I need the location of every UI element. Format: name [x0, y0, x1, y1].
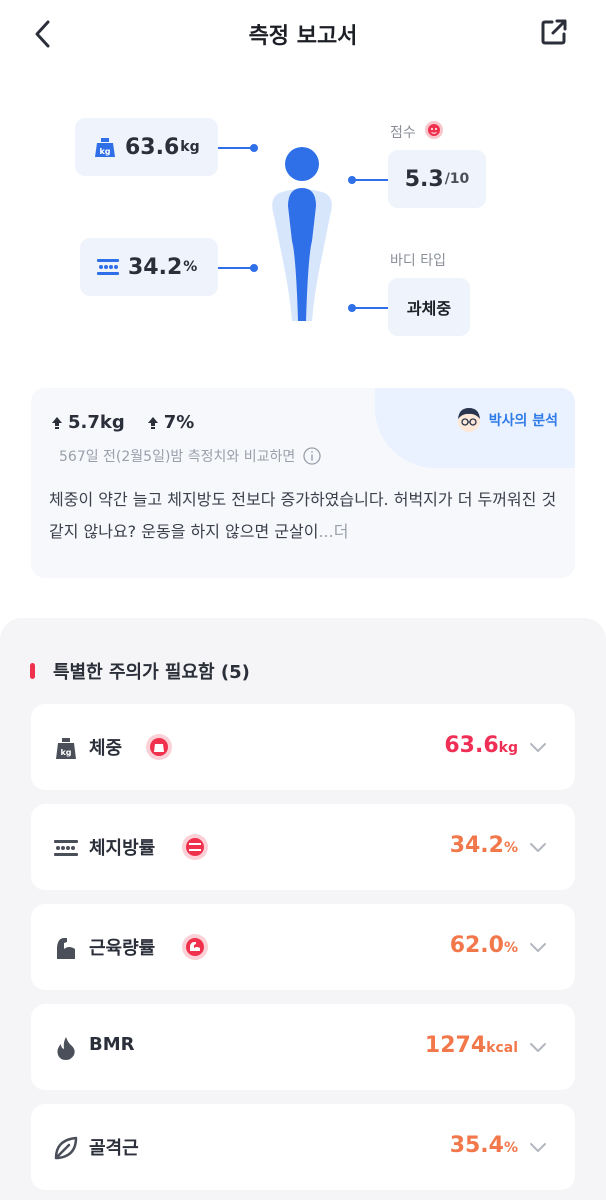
chevron-down-icon [530, 743, 546, 752]
doctor-avatar-icon [457, 408, 480, 432]
metric-value: 1274kcal [425, 1033, 518, 1058]
metric-unit: kg [498, 740, 518, 756]
metric-value: 35.4% [450, 1133, 518, 1158]
alert-badge-icon [182, 834, 208, 860]
metric-label: 골격근 [89, 1138, 139, 1159]
body-summary: kg 63.6 kg 34.2 % 점수 5.3 /10 바디 타입 과체중 [0, 90, 606, 370]
section-marker [30, 663, 35, 679]
fat-change: 7% [147, 412, 195, 433]
body-type-label: 바디 타입 [390, 253, 446, 269]
metric-number: 63.6 [444, 733, 499, 758]
fat-change-value: 7% [163, 412, 195, 433]
chevron-down-icon [530, 943, 546, 952]
up-arrow-icon [52, 416, 62, 429]
metric-unit: % [503, 940, 518, 956]
metric-number: 1274 [424, 1033, 487, 1058]
metric-unit: % [503, 1140, 518, 1156]
weight-icon: kg [95, 138, 115, 157]
info-icon[interactable] [303, 447, 321, 465]
alert-badge-icon [146, 734, 172, 760]
svg-text:kg: kg [60, 748, 71, 757]
score-connector [352, 179, 388, 181]
body-type-card: 과체중 [388, 278, 470, 336]
metric-label: BMR [89, 1034, 135, 1055]
attention-section: 특별한 주의가 필요함 (5) kg 체중 63.6kg 체지방률 34.2% … [0, 618, 606, 1200]
score-max: /10 [444, 171, 470, 187]
metric-value: 62.0% [450, 933, 518, 958]
body-fat-icon [97, 259, 119, 275]
share-icon[interactable] [538, 16, 570, 48]
section-header: 특별한 주의가 필요함 (5) [30, 658, 250, 684]
metric-value: 63.6kg [444, 733, 518, 758]
read-more-link[interactable]: ...더 [318, 522, 348, 541]
metric-number: 35.4 [449, 1133, 504, 1158]
body-fat-icon [54, 840, 78, 856]
metric-row-weight[interactable]: kg 체중 63.6kg [31, 704, 575, 790]
metric-unit: % [503, 840, 518, 856]
body-fat-card: 34.2 % [80, 238, 218, 296]
metric-label: 체중 [89, 738, 123, 759]
metric-label: 체지방률 [89, 838, 156, 859]
chevron-down-icon [530, 1143, 546, 1152]
metric-number: 62.0 [449, 933, 504, 958]
face-badge-icon [425, 121, 443, 139]
metric-row-body-fat[interactable]: 체지방률 34.2% [31, 804, 575, 890]
doctor-analysis-tag: 박사의 분석 [455, 406, 558, 434]
weight-unit: kg [180, 139, 200, 155]
leaf-icon [54, 1136, 78, 1160]
score-card: 5.3 /10 [388, 150, 486, 208]
metric-row-bmr[interactable]: BMR 1274kcal [31, 1004, 575, 1090]
section-title: 특별한 주의가 필요함 (5) [53, 662, 250, 683]
score-value: 5.3 [404, 166, 444, 192]
analysis-body: 체중이 약간 늘고 체지방도 전보다 증가하였습니다. 허벅지가 더 두꺼워진 … [49, 484, 559, 548]
weight-value: 63.6 [125, 134, 180, 160]
weight-change-value: 5.7kg [68, 412, 125, 433]
weight-connector [218, 147, 254, 149]
metric-row-muscle[interactable]: 근육량률 62.0% [31, 904, 575, 990]
weight-card: kg 63.6 kg [75, 118, 218, 176]
metric-unit: kcal [486, 1040, 518, 1056]
weight-icon: kg [56, 738, 76, 759]
doctor-analysis-label: 박사의 분석 [488, 413, 558, 429]
comparison-text: 567일 전(2월5일)밤 측정치와 비교하면 [59, 449, 296, 465]
metric-number: 34.2 [449, 833, 504, 858]
alert-badge-icon [182, 934, 208, 960]
muscle-icon [57, 938, 75, 959]
weight-dot [250, 144, 258, 152]
up-arrow-icon [147, 416, 158, 429]
body-fat-unit: % [183, 259, 198, 275]
analysis-text: 체중이 약간 늘고 체지방도 전보다 증가하였습니다. 허벅지가 더 두꺼워진 … [49, 490, 557, 541]
svg-text:kg: kg [99, 147, 110, 156]
fat-dot [250, 264, 258, 272]
page-title: 측정 보고서 [248, 24, 358, 49]
weight-change: 5.7kg [51, 412, 125, 433]
fat-connector [218, 267, 254, 269]
type-connector [352, 307, 388, 309]
body-type-value: 과체중 [406, 299, 452, 318]
comparison-note: 567일 전(2월5일)밤 측정치와 비교하면 [59, 446, 321, 466]
metric-row-skeletal-muscle[interactable]: 골격근 35.4% [31, 1104, 575, 1190]
metric-label: 근육량률 [89, 938, 156, 959]
change-summary: 5.7kg 7% [51, 412, 216, 433]
body-silhouette-icon [272, 147, 332, 321]
metric-value: 34.2% [450, 833, 518, 858]
body-fat-value: 34.2 [128, 254, 183, 280]
chevron-down-icon [530, 1043, 546, 1052]
chevron-down-icon [530, 843, 546, 852]
flame-icon [57, 1037, 75, 1060]
doctor-analysis-card[interactable]: 박사의 분석 5.7kg 7% 567일 전(2월5일)밤 측정치와 비교하면 … [31, 388, 575, 578]
score-label: 점수 [390, 125, 416, 141]
top-bar: 측정 보고서 [0, 0, 606, 70]
